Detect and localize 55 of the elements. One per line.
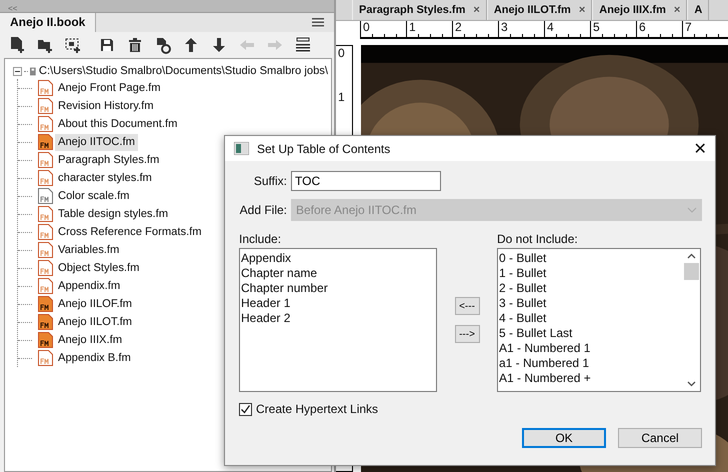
panel-menu-icon[interactable] — [312, 18, 324, 27]
add-group-icon[interactable] — [64, 36, 82, 54]
list-item[interactable]: 3 - Bullet — [499, 296, 682, 311]
window-icon — [234, 142, 249, 155]
dialog-button[interactable]: Cancel — [618, 428, 702, 448]
document-tab[interactable]: Paragraph Styles.fm × — [352, 0, 487, 20]
list-item[interactable]: A1 - Numbered 1 — [499, 341, 682, 356]
scroll-thumb[interactable] — [684, 263, 699, 280]
file-item[interactable]: character styles.fm — [55, 170, 155, 186]
list-item[interactable]: a1 - Numbered 1 — [499, 356, 682, 371]
file-item[interactable]: Color scale.fm — [55, 188, 132, 204]
add-file-icon[interactable] — [8, 36, 26, 54]
save-icon[interactable] — [98, 36, 116, 54]
file-item[interactable]: Anejo IILOT.fm — [55, 314, 135, 330]
horizontal-ruler: 0 1 2 3 4 5 6 7 — [360, 21, 728, 39]
file-item[interactable]: Object Styles.fm — [55, 260, 142, 276]
file-item[interactable]: Anejo Front Page.fm — [55, 80, 164, 96]
book-tab[interactable]: Anejo II.book — [0, 13, 96, 32]
file-item[interactable]: About this Document.fm — [55, 116, 180, 132]
include-label: Include: — [239, 232, 282, 246]
suffix-field[interactable]: TOC — [291, 171, 441, 191]
list-item[interactable]: 4 - Bullet — [499, 311, 682, 326]
document-tab[interactable]: A — [687, 0, 710, 20]
collapse-toggle-icon[interactable] — [13, 66, 22, 76]
document-tab[interactable]: Anejo IIIX.fm × — [592, 0, 688, 20]
file-item[interactable]: Anejo IILOF.fm — [55, 296, 135, 312]
suffix-label: Suffix: — [252, 174, 287, 188]
file-item[interactable]: Appendix B.fm — [55, 350, 134, 366]
document-tab[interactable]: Anejo IILOT.fm × — [486, 0, 592, 20]
list-item[interactable]: 5 - Bullet Last — [499, 326, 682, 341]
checkbox[interactable] — [239, 402, 252, 416]
file-item[interactable]: Anejo IITOC.fm — [55, 134, 138, 150]
exclude-label: Do not Include: — [497, 232, 579, 246]
list-item[interactable]: 1 - Bullet — [499, 266, 682, 281]
file-item[interactable]: Table design styles.fm — [55, 206, 172, 222]
update-icon[interactable] — [154, 36, 172, 54]
delete-icon[interactable] — [126, 36, 144, 54]
file-item[interactable]: Revision History.fm — [55, 98, 157, 114]
file-item[interactable]: Cross Reference Formats.fm — [55, 224, 205, 240]
list-item[interactable]: A1 - Numbered + — [499, 371, 682, 386]
list-item[interactable]: 2 - Bullet — [499, 281, 682, 296]
move-button[interactable]: ---> — [454, 325, 480, 343]
close-button[interactable]: ✕ — [685, 138, 715, 158]
dialog-button[interactable]: OK — [522, 428, 606, 448]
scroll-up-icon[interactable] — [687, 253, 696, 259]
file-item[interactable]: Anejo IIIX.fm — [55, 332, 126, 348]
tree-item[interactable]: C:\Users\Studio Smalbro\Documents\Studio Smalbro jobs\ — [36, 62, 331, 80]
file-item[interactable]: Variables.fm — [55, 242, 122, 258]
list-item[interactable]: 0 - Bullet — [499, 251, 682, 266]
scroll-down-icon[interactable] — [687, 381, 696, 387]
file-item[interactable]: Appendix.fm — [55, 278, 124, 294]
move-button[interactable]: <--- — [454, 297, 480, 315]
file-item[interactable]: Paragraph Styles.fm — [55, 152, 162, 168]
list-icon[interactable] — [294, 36, 312, 54]
add-file-label: Add File: — [238, 203, 287, 217]
